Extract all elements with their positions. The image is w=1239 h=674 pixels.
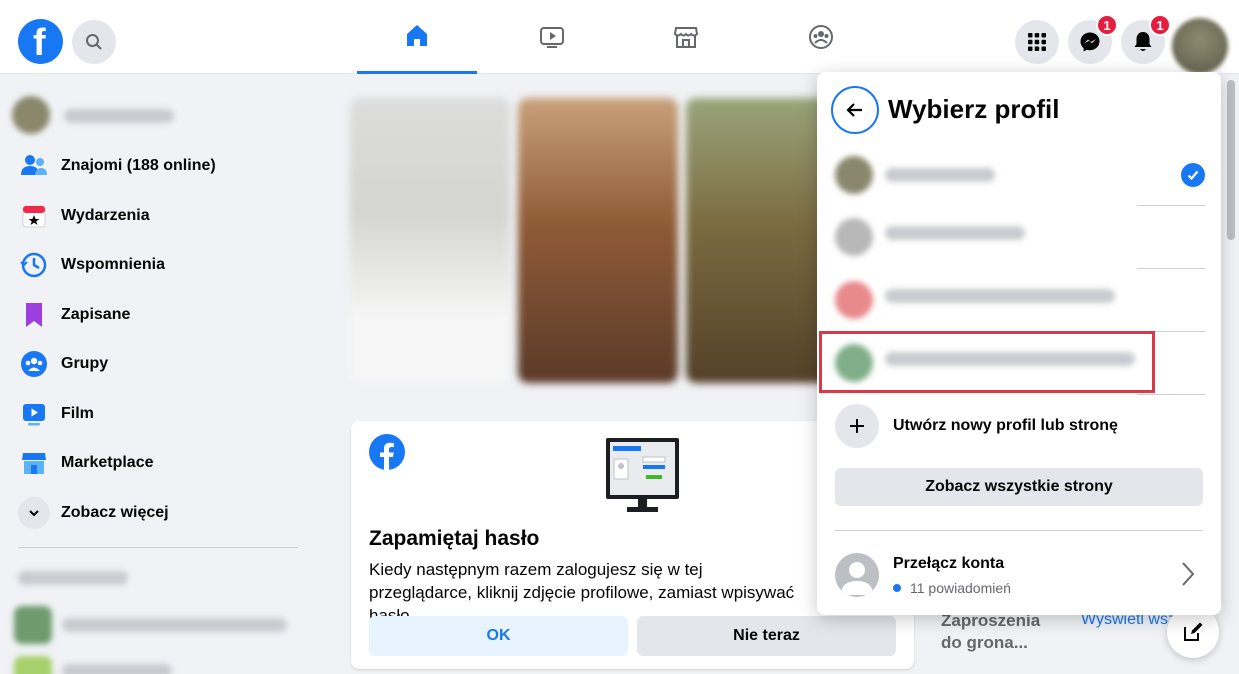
- tab-marketplace[interactable]: [626, 0, 746, 74]
- sidebar-item-marketplace[interactable]: Marketplace: [18, 445, 308, 481]
- calendar-icon: [22, 205, 46, 228]
- sidebar-item-memories[interactable]: Wspomnienia: [18, 247, 308, 283]
- sidebar-item-label: Znajomi (188 online): [61, 157, 216, 174]
- chevron-right-icon: [1182, 562, 1195, 586]
- avatar: [835, 218, 873, 256]
- shortcut-label-blurred: [62, 664, 172, 674]
- profile-name-blurred: [64, 109, 174, 123]
- bookmark-icon: [26, 303, 42, 327]
- notifications-button[interactable]: 1: [1121, 14, 1171, 64]
- grid-menu-icon: [1028, 33, 1046, 51]
- sidebar-item-label: Wydarzenia: [61, 207, 150, 224]
- create-profile-button[interactable]: Utwórz nowy profil lub stronę: [835, 404, 1205, 448]
- ok-button[interactable]: OK: [369, 616, 628, 656]
- compose-icon: [1184, 622, 1203, 641]
- groups-icon: [809, 25, 833, 49]
- shortcut-label-blurred: [62, 618, 287, 632]
- left-sidebar: Znajomi (188 online) Wydarzenia Wspomnie…: [0, 74, 325, 674]
- unread-dot: [893, 584, 901, 592]
- switch-accounts-button[interactable]: Przełącz konta 11 powiadomień: [835, 551, 1205, 599]
- video-icon: [23, 404, 45, 426]
- bell-icon: [1134, 32, 1152, 51]
- friends-icon: [21, 155, 47, 175]
- profile-option[interactable]: [817, 269, 1221, 331]
- arrow-left-icon: [846, 103, 862, 117]
- messenger-badge: 1: [1096, 14, 1118, 36]
- shortcut-thumbnail[interactable]: [14, 606, 52, 644]
- panel-title: Wybierz profil: [888, 94, 1060, 124]
- story-card[interactable]: [518, 98, 678, 383]
- facebook-logo[interactable]: f: [18, 19, 63, 64]
- sidebar-item-label: Grupy: [61, 355, 109, 372]
- sidebar-item-groups[interactable]: Grupy: [18, 346, 308, 382]
- facebook-icon: [369, 434, 405, 470]
- chevron-down-icon: [29, 510, 39, 517]
- search-button[interactable]: [72, 20, 116, 64]
- messenger-icon: [1080, 32, 1100, 52]
- default-avatar-icon: [835, 553, 879, 597]
- avatar: [12, 96, 50, 134]
- search-icon: [86, 34, 102, 50]
- profile-name-blurred: [885, 168, 995, 182]
- sidebar-item-label: Wspomnienia: [61, 256, 166, 273]
- sidebar-profile[interactable]: [12, 96, 272, 136]
- back-button[interactable]: [831, 86, 879, 134]
- account-avatar[interactable]: [1172, 18, 1228, 74]
- panel-divider: [835, 530, 1203, 531]
- profile-name-blurred: [885, 289, 1115, 303]
- sidebar-item-events[interactable]: Wydarzenia: [18, 198, 308, 234]
- profile-option[interactable]: [817, 206, 1221, 268]
- sidebar-item-label: Zobacz więcej: [61, 504, 169, 521]
- shortcuts-heading-blurred: [18, 571, 128, 585]
- scrollbar-thumb[interactable]: [1227, 80, 1235, 240]
- top-navigation-bar: f 1 1: [0, 0, 1239, 74]
- tab-home[interactable]: [357, 0, 477, 74]
- profile-name-blurred: [885, 226, 1025, 240]
- computer-illustration-icon: [606, 438, 679, 512]
- create-story-card[interactable]: [350, 98, 510, 383]
- sidebar-item-label: Film: [61, 405, 94, 422]
- highlight-box: [819, 331, 1155, 393]
- store-icon: [22, 453, 46, 474]
- see-all-pages-button[interactable]: Zobacz wszystkie strony: [835, 468, 1203, 506]
- stories-strip: [350, 98, 846, 383]
- sidebar-item-saved[interactable]: Zapisane: [18, 297, 308, 333]
- messenger-button[interactable]: 1: [1068, 14, 1118, 64]
- sidebar-divider: [18, 547, 298, 548]
- tab-watch[interactable]: [492, 0, 612, 74]
- store-icon: [673, 27, 699, 48]
- groups-icon: [21, 351, 47, 377]
- selected-check-icon: [1181, 163, 1205, 187]
- row-divider: [1137, 394, 1205, 395]
- card-title: Zapamiętaj hasło: [369, 527, 540, 550]
- notifications-badge: 1: [1149, 14, 1171, 36]
- sidebar-item-friends[interactable]: Znajomi (188 online): [18, 148, 308, 184]
- create-profile-label: Utwórz nowy profil lub stronę: [893, 417, 1118, 434]
- choose-profile-dropdown: Wybierz profil Utwórz nowy profil lub st…: [817, 72, 1221, 615]
- sidebar-item-label: Marketplace: [61, 454, 154, 471]
- switch-accounts-title: Przełącz konta: [893, 555, 1005, 572]
- avatar: [835, 156, 873, 194]
- plus-icon: [850, 419, 864, 433]
- shortcut-thumbnail[interactable]: [14, 656, 52, 674]
- avatar: [835, 281, 873, 319]
- sidebar-item-label: Zapisane: [61, 306, 131, 323]
- home-icon: [407, 24, 427, 46]
- clock-icon: [20, 252, 47, 278]
- notifications-count: 11 powiadomień: [893, 580, 1011, 596]
- profile-option[interactable]: [817, 144, 1221, 206]
- tab-groups[interactable]: [761, 0, 881, 74]
- not-now-button[interactable]: Nie teraz: [637, 616, 896, 656]
- menu-button[interactable]: [1015, 20, 1059, 64]
- notifications-count-text: 11 powiadomień: [910, 580, 1011, 596]
- sidebar-item-see-more[interactable]: Zobacz więcej: [18, 495, 308, 531]
- sidebar-item-video[interactable]: Film: [18, 396, 308, 432]
- video-icon: [540, 27, 564, 48]
- friend-requests-heading: Zaproszenia do grona...: [941, 611, 1041, 652]
